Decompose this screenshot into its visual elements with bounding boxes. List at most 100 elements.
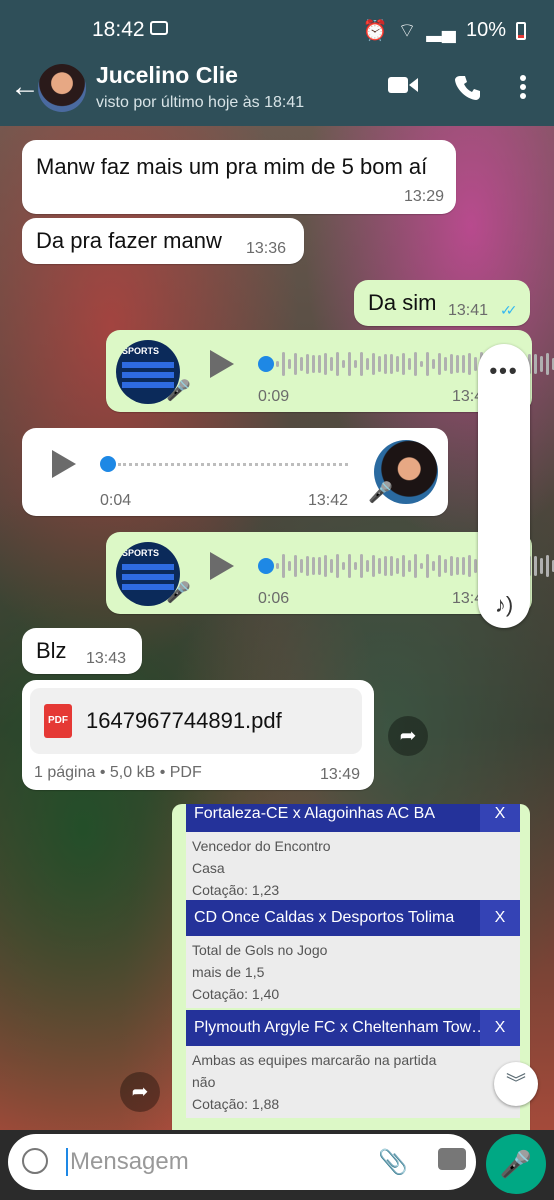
avatar[interactable]: [38, 64, 86, 112]
waveform-bar: [420, 562, 423, 570]
message-time: 13:49: [320, 766, 361, 783]
waveform-bar: [354, 562, 357, 570]
message-incoming[interactable]: Da pra fazer manw 13:36: [22, 218, 304, 264]
message-text: Manw faz mais um pra mim de 5 bom aí: [36, 154, 428, 179]
waveform-bar: [546, 554, 549, 578]
waveform-bar: [348, 352, 351, 376]
waveform-bar: [276, 563, 279, 569]
waveform-bar: [372, 353, 375, 375]
last-seen: visto por último hoje às 18:41: [96, 94, 305, 111]
waveform-bar: [468, 353, 471, 375]
waveform-bar: [324, 555, 327, 577]
waveform-bar: [336, 554, 339, 578]
bet-row: Fortaleza-CE x Alagoinhas AC BA X Vencedo…: [186, 804, 520, 904]
signal-icon: ▂▄: [426, 20, 456, 42]
waveform-bar: [408, 560, 411, 572]
message-incoming[interactable]: Blz 13:43: [22, 628, 142, 674]
image-message[interactable]: Fortaleza-CE x Alagoinhas AC BA X Vencedo…: [172, 804, 530, 1130]
waveform-bar: [450, 555, 453, 577]
message-time: 13:36: [246, 240, 287, 257]
waveform-bar: [540, 557, 543, 575]
waveform-bar: [456, 556, 459, 576]
chevron-double-down-icon[interactable]: ︾: [494, 1062, 538, 1106]
waveform-bar: [414, 554, 417, 578]
play-icon[interactable]: [210, 350, 234, 378]
waveform-bar: [396, 558, 399, 574]
bet-odds: Cotação: 1,88: [192, 1096, 280, 1112]
waveform-bar: [438, 352, 441, 376]
waveform-bar: [390, 556, 393, 576]
camera-icon[interactable]: [438, 1148, 466, 1170]
remove-button: X: [480, 900, 520, 936]
waveform-bar: [546, 352, 549, 376]
paperclip-icon[interactable]: 📎: [378, 1148, 408, 1177]
audio-progress-dot[interactable]: [258, 558, 274, 574]
audio-message-outgoing[interactable]: SPORTS 🎤 0:06 13:4: [106, 532, 554, 614]
waveform-bar: [384, 354, 387, 374]
alarm-icon: ⏰: [362, 20, 388, 42]
waveform-bar: [282, 352, 285, 376]
waveform-bar: [276, 361, 279, 367]
thumbnail-text: SPORTS: [122, 548, 160, 558]
waveform-bar: [282, 554, 285, 578]
bet-market: Total de Gols no Jogo: [192, 942, 328, 958]
waveform-bar: [366, 357, 369, 371]
waveform-bar: [330, 559, 333, 573]
thumbnail-text: SPORTS: [122, 346, 160, 356]
message-time: 13:29: [403, 188, 444, 205]
wifi-icon: ⌔: [397, 20, 417, 42]
forward-icon[interactable]: ➦: [388, 716, 428, 756]
audio-playback-speaker-icon[interactable]: ♪): [478, 592, 530, 618]
arrow-left-icon[interactable]: ←: [10, 70, 40, 104]
waveform-bar: [324, 353, 327, 375]
message-time: 13:41: [448, 302, 489, 319]
waveform-bar: [348, 554, 351, 578]
waveform-bar: [318, 557, 321, 575]
bet-market: Vencedor do Encontro: [192, 838, 331, 854]
waveform-bar: [534, 556, 537, 576]
audio-message-outgoing[interactable]: SPORTS 🎤 0:09 13:4: [106, 330, 554, 412]
more-horiz-icon[interactable]: •••: [478, 358, 530, 384]
mic-icon: 🎤: [368, 482, 393, 504]
audio-side-panel[interactable]: ••• ♪): [478, 344, 530, 628]
waveform-bar: [432, 359, 435, 369]
status-bar: 18:42 ⏰ ⌔ ▂▄ 10%: [0, 0, 554, 54]
message-input[interactable]: Mensagem: [66, 1148, 189, 1176]
contact-name[interactable]: Jucelino Clie: [96, 62, 238, 89]
waveform-bar: [426, 352, 429, 376]
bet-market: Ambas as equipes marcarão na partida: [192, 1052, 437, 1068]
waveform-bar: [408, 358, 411, 370]
audio-progress-dot[interactable]: [100, 456, 116, 472]
audio-message-incoming[interactable]: 0:04 13:42 🎤: [22, 428, 448, 516]
chat-header: ← Jucelino Clie visto por último hoje às…: [0, 54, 554, 126]
waveform-bar: [378, 557, 381, 575]
waveform-bar: [312, 354, 315, 374]
document-message[interactable]: PDF 1647967744891.pdf 1 página • 5,0 kB …: [22, 680, 374, 790]
message-input-container[interactable]: Mensagem 📎: [8, 1134, 476, 1190]
more-vert-icon[interactable]: [518, 74, 528, 100]
mic-button[interactable]: 🎤: [486, 1134, 546, 1194]
waveform-bar: [402, 554, 405, 578]
waveform-bar: [396, 356, 399, 372]
waveform-bar: [468, 555, 471, 577]
waveform-bar: [384, 556, 387, 576]
play-icon[interactable]: [210, 552, 234, 580]
status-time: 18:42: [92, 18, 145, 41]
audio-progress-dot[interactable]: [258, 356, 274, 372]
message-incoming[interactable]: Manw faz mais um pra mim de 5 bom aí 13:…: [22, 140, 456, 214]
play-icon[interactable]: [52, 450, 76, 478]
message-text: Da sim: [368, 290, 437, 315]
waveform-bar: [432, 561, 435, 571]
message-outgoing[interactable]: Da sim 13:41 ✓✓: [354, 280, 530, 326]
document-preview[interactable]: PDF 1647967744891.pdf: [30, 688, 362, 754]
video-call-icon[interactable]: [388, 74, 418, 96]
waveform-bar: [420, 360, 423, 368]
phone-icon[interactable]: [454, 74, 480, 100]
audio-duration: 0:06: [258, 590, 290, 607]
mic-icon: 🎤: [166, 380, 191, 402]
bet-match-title: CD Once Caldas x Desportos Tolima X: [186, 900, 520, 936]
audio-track[interactable]: [118, 463, 348, 466]
forward-icon[interactable]: ➦: [120, 1072, 160, 1112]
emoji-icon[interactable]: [22, 1148, 48, 1174]
waveform-bar: [360, 352, 363, 376]
